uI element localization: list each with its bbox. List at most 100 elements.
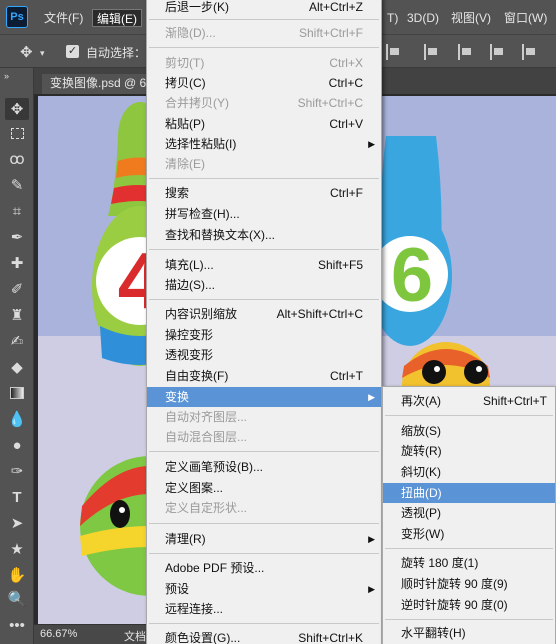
menu-window[interactable]: 窗口(W) <box>500 9 551 27</box>
blur-icon[interactable]: 💧 <box>5 408 29 430</box>
menu-item-paste-special[interactable]: 选择性粘贴(I) ▶ <box>147 134 381 154</box>
collapse-icon[interactable]: » <box>4 70 28 82</box>
menu-type[interactable]: T) <box>383 9 402 27</box>
submenu-item-rotate-90-cw[interactable]: 顺时针旋转 90 度(9) <box>383 574 555 594</box>
menu-item-color-settings[interactable]: 颜色设置(G)... Shift+Ctrl+K <box>147 628 381 644</box>
submenu-item-skew[interactable]: 斜切(K) <box>383 462 555 482</box>
menu-separator <box>149 523 379 524</box>
menu-item-remote-connections[interactable]: 远程连接... <box>147 599 381 619</box>
submenu-arrow-icon: ▶ <box>368 534 375 544</box>
menu-separator <box>149 47 379 48</box>
menu-item-content-aware-scale[interactable]: 内容识别缩放 Alt+Shift+Ctrl+C <box>147 304 381 324</box>
align-right-icon[interactable] <box>458 44 474 60</box>
auto-select-checkbox[interactable]: ✓ <box>66 45 79 58</box>
eraser-icon[interactable]: ◆ <box>5 356 29 378</box>
transform-submenu: 再次(A) Shift+Ctrl+T 缩放(S) 旋转(R) 斜切(K) 扭曲(D… <box>382 386 556 644</box>
menu-item-perspective-warp[interactable]: 透视变形 <box>147 345 381 365</box>
menu-item-free-transform[interactable]: 自由变换(F) Ctrl+T <box>147 366 381 386</box>
menu-separator <box>149 19 379 20</box>
more-tools-icon[interactable]: ••• <box>5 614 29 636</box>
menu-item-spell-check[interactable]: 拼写检查(H)... <box>147 204 381 224</box>
menu-item-presets[interactable]: 预设 ▶ <box>147 579 381 599</box>
submenu-item-warp[interactable]: 变形(W) <box>383 524 555 544</box>
menu-separator <box>149 249 379 250</box>
menu-separator <box>149 178 379 179</box>
menu-item-fill[interactable]: 填充(L)... Shift+F5 <box>147 255 381 275</box>
lasso-icon[interactable]: ꝏ <box>5 148 29 170</box>
menu-separator <box>149 299 379 300</box>
menu-item-find-replace[interactable]: 查找和替换文本(X)... <box>147 225 381 245</box>
menu-3d[interactable]: 3D(D) <box>403 9 443 27</box>
menu-item-adobe-pdf-presets[interactable]: Adobe PDF 预设... <box>147 558 381 578</box>
menu-separator <box>385 619 553 620</box>
menu-item-search[interactable]: 搜索 Ctrl+F <box>147 183 381 203</box>
zoom-level[interactable]: 66.67% <box>40 628 77 640</box>
hand-icon[interactable]: ✋ <box>5 564 29 586</box>
photoshop-logo-icon: Ps <box>6 6 28 28</box>
submenu-item-rotate-90-ccw[interactable]: 逆时针旋转 90 度(0) <box>383 595 555 615</box>
align-top-icon[interactable] <box>490 44 506 60</box>
menu-edit[interactable]: 编辑(E) <box>92 9 142 27</box>
submenu-item-scale[interactable]: 缩放(S) <box>383 421 555 441</box>
menu-item-purge[interactable]: 清理(R) ▶ <box>147 529 381 549</box>
submenu-item-flip-horizontal[interactable]: 水平翻转(H) <box>383 623 555 643</box>
menu-separator <box>149 623 379 624</box>
menu-item-copy[interactable]: 拷贝(C) Ctrl+C <box>147 73 381 93</box>
submenu-item-rotate-180[interactable]: 旋转 180 度(1) <box>383 553 555 573</box>
crop-icon[interactable]: ⌗ <box>5 200 29 222</box>
submenu-item-distort[interactable]: 扭曲(D) <box>383 483 555 503</box>
menu-item-auto-blend-layers[interactable]: 自动混合图层... <box>147 427 381 447</box>
gradient-icon[interactable] <box>5 382 29 404</box>
submenu-item-perspective[interactable]: 透视(P) <box>383 503 555 523</box>
submenu-arrow-icon: ▶ <box>368 139 375 149</box>
dodge-icon[interactable]: ● <box>5 434 29 456</box>
svg-text:6: 6 <box>391 233 433 318</box>
menu-file[interactable]: 文件(F) <box>40 9 87 27</box>
edit-menu: 后退一步(K) Alt+Ctrl+Z 渐隐(D)... Shift+Ctrl+F 剪… <box>146 0 382 644</box>
move-icon[interactable]: ✥ <box>5 98 29 120</box>
menu-view[interactable]: 视图(V) <box>447 9 495 27</box>
menu-item-stroke[interactable]: 描边(S)... <box>147 275 381 295</box>
menu-item-copy-merged[interactable]: 合并拷贝(Y) Shift+Ctrl+C <box>147 93 381 113</box>
shape-icon[interactable]: ★ <box>5 538 29 560</box>
submenu-item-again[interactable]: 再次(A) Shift+Ctrl+T <box>383 391 555 411</box>
submenu-arrow-icon: ▶ <box>368 584 375 594</box>
align-left-icon[interactable] <box>386 44 402 60</box>
menu-item-define-brush[interactable]: 定义画笔预设(B)... <box>147 457 381 477</box>
move-options-icon[interactable]: ✥ <box>20 43 33 61</box>
menu-item-define-custom-shape[interactable]: 定义自定形状... <box>147 498 381 518</box>
menu-item-puppet-warp[interactable]: 操控变形 <box>147 325 381 345</box>
align-middle-icon[interactable] <box>522 44 538 60</box>
type-icon[interactable]: T <box>5 486 29 508</box>
chevron-down-icon[interactable]: ▾ <box>40 48 45 59</box>
healing-icon[interactable]: ✚ <box>5 252 29 274</box>
menu-item-fade[interactable]: 渐隐(D)... Shift+Ctrl+F <box>147 23 381 43</box>
align-center-icon[interactable] <box>424 44 440 60</box>
menu-separator <box>385 415 553 416</box>
submenu-arrow-icon: ▶ <box>368 392 375 402</box>
menu-item-cut[interactable]: 剪切(T) Ctrl+X <box>147 53 381 73</box>
auto-select-label: 自动选择： <box>86 46 147 60</box>
menu-item-auto-align-layers[interactable]: 自动对齐图层... <box>147 407 381 427</box>
menu-separator <box>149 553 379 554</box>
tools-panel: » ✥ ꝏ ✎ ⌗ ✒ ✚ ✐ ♜ ✍ ◆ 💧 ● ✑ T ➤ ★ ✋ 🔍 ••… <box>0 68 34 644</box>
eyedropper-icon[interactable]: ✒ <box>5 226 29 248</box>
path-select-icon[interactable]: ➤ <box>5 512 29 534</box>
menu-item-step-backward[interactable]: 后退一步(K) Alt+Ctrl+Z <box>147 0 381 17</box>
menu-separator <box>149 451 379 452</box>
menu-separator <box>385 548 553 549</box>
document-tab[interactable]: 变换图像.psd @ 6 <box>42 74 155 94</box>
submenu-item-rotate[interactable]: 旋转(R) <box>383 441 555 461</box>
quick-select-icon[interactable]: ✎ <box>5 174 29 196</box>
menu-item-clear[interactable]: 清除(E) <box>147 154 381 174</box>
menu-item-transform[interactable]: 变换 ▶ <box>147 387 381 407</box>
zoom-icon[interactable]: 🔍 <box>5 588 29 610</box>
pen-icon[interactable]: ✑ <box>5 460 29 482</box>
stamp-icon[interactable]: ♜ <box>5 304 29 326</box>
history-brush-icon[interactable]: ✍ <box>5 330 29 352</box>
menu-item-paste[interactable]: 粘贴(P) Ctrl+V <box>147 114 381 134</box>
document-status[interactable]: 文档 <box>124 628 146 644</box>
brush-icon[interactable]: ✐ <box>5 278 29 300</box>
marquee-icon[interactable] <box>5 122 29 144</box>
menu-item-define-pattern[interactable]: 定义图案... <box>147 478 381 498</box>
